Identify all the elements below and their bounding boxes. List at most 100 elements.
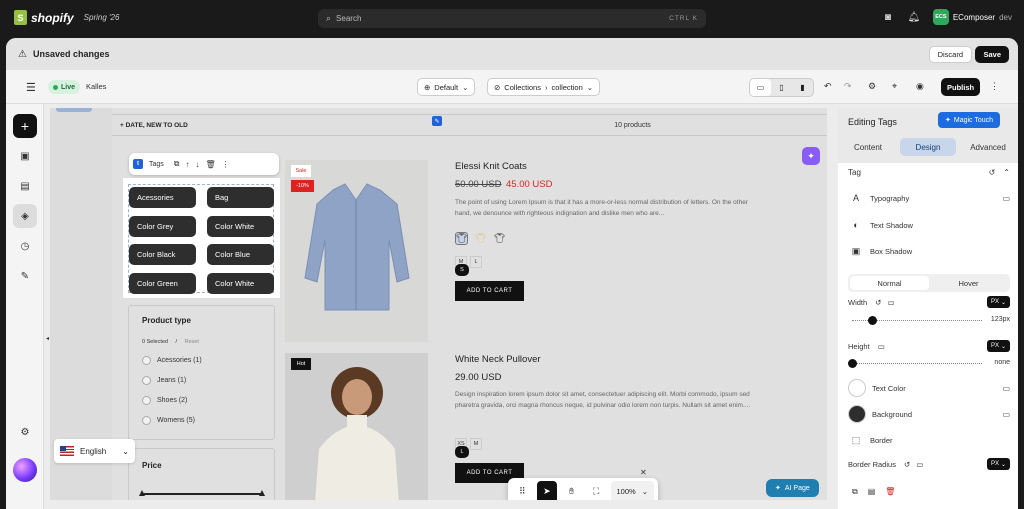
background-row[interactable]: Background ▭ bbox=[848, 405, 1010, 423]
layout-icon[interactable]: ▤ bbox=[13, 174, 37, 198]
save-button[interactable]: Save bbox=[975, 46, 1009, 63]
tags-widget[interactable]: Acessories Bag Color Grey Color White Co… bbox=[123, 178, 280, 298]
reset-icon[interactable]: ↺ bbox=[875, 298, 881, 307]
background-swatch[interactable] bbox=[848, 405, 866, 423]
size-option[interactable]: L bbox=[470, 256, 482, 268]
trash-icon[interactable]: 🗑︎ bbox=[206, 160, 216, 169]
mobile-icon[interactable]: ▮ bbox=[792, 79, 813, 96]
history-icon[interactable]: ◷ bbox=[13, 234, 37, 258]
width-slider[interactable] bbox=[852, 316, 982, 325]
close-icon[interactable]: ✕ bbox=[640, 468, 647, 477]
device-icon[interactable]: ▭ bbox=[878, 342, 885, 351]
filter-option[interactable]: Acessories (1) bbox=[142, 356, 202, 365]
text-color-row[interactable]: Text Color ▭ bbox=[848, 379, 1010, 397]
chevron-up-icon[interactable]: ⌃ bbox=[1003, 168, 1010, 177]
more-icon[interactable]: ⋮ bbox=[990, 81, 999, 92]
size-option[interactable]: S bbox=[455, 264, 469, 276]
gear-icon[interactable]: ⚙ bbox=[13, 420, 37, 444]
tag-section-header[interactable]: Tag ↺ ⌃ bbox=[848, 168, 1010, 177]
store-menu[interactable]: ECS EComposer dev bbox=[932, 9, 1012, 25]
sort-bar[interactable]: + DATE, NEW TO OLD bbox=[112, 114, 438, 136]
tablet-icon[interactable]: ▯ bbox=[771, 79, 792, 96]
size-option[interactable]: M bbox=[470, 438, 482, 450]
discard-button[interactable]: Discard bbox=[928, 46, 972, 63]
text-color-swatch[interactable] bbox=[848, 379, 866, 397]
ai-page-button[interactable]: ✦ AI Page bbox=[766, 479, 819, 497]
sparkle-icon[interactable]: ✦ bbox=[802, 147, 820, 165]
slider-knob[interactable] bbox=[868, 316, 877, 325]
device-select[interactable]: ⊕ Default ⌄ bbox=[417, 78, 476, 96]
preview-eye-icon[interactable]: ◉ bbox=[916, 81, 924, 92]
tag-chip[interactable]: Bag bbox=[207, 187, 274, 208]
language-select[interactable]: English ⌄ bbox=[54, 439, 135, 463]
device-icon[interactable]: ▭ bbox=[1002, 410, 1010, 419]
publish-button[interactable]: Publish bbox=[941, 78, 981, 96]
filter-option[interactable]: Jeans (1) bbox=[142, 376, 186, 385]
device-icon[interactable]: ▭ bbox=[887, 298, 894, 307]
state-normal[interactable]: Normal bbox=[850, 276, 929, 290]
size-option[interactable]: L bbox=[455, 446, 469, 458]
move-up-icon[interactable]: ↑ bbox=[186, 160, 190, 169]
more-icon[interactable]: ⋮ bbox=[222, 160, 230, 169]
filter-reset[interactable]: Reset bbox=[185, 339, 199, 345]
bell-icon[interactable]: 🔔︎ bbox=[907, 10, 921, 24]
ai-assistant-orb[interactable] bbox=[13, 458, 37, 482]
redo-icon[interactable]: ↷ bbox=[844, 81, 852, 92]
product-image[interactable]: Hot bbox=[285, 353, 428, 500]
device-icon[interactable]: ▭ bbox=[1002, 194, 1010, 203]
reset-icon[interactable]: ↺ bbox=[904, 460, 910, 469]
layers-icon[interactable]: ◈ bbox=[13, 204, 37, 228]
tag-chip[interactable]: Color Green bbox=[129, 273, 196, 294]
add-to-cart-button[interactable]: ADD TO CART bbox=[455, 281, 524, 301]
undo-icon[interactable]: ↶ bbox=[824, 81, 832, 92]
tag-chip[interactable]: Color Black bbox=[129, 244, 196, 265]
width-unit-select[interactable]: PX ⌄ bbox=[986, 296, 1010, 308]
template-select[interactable]: ⊘ Collections › collection ⌄ bbox=[487, 78, 601, 96]
height-unit-select[interactable]: PX ⌄ bbox=[986, 340, 1010, 352]
inspect-icon[interactable]: ⌖ bbox=[892, 81, 897, 92]
fit-screen-icon[interactable]: ⛶ bbox=[586, 481, 607, 501]
add-element-button[interactable]: + bbox=[13, 114, 37, 138]
brush-icon[interactable]: ✎ bbox=[13, 264, 37, 288]
zoom-select[interactable]: 100% ⌄ bbox=[610, 480, 654, 500]
hand-icon[interactable]: ✋︎ bbox=[561, 481, 582, 501]
copy-icon[interactable]: ⧉ bbox=[852, 487, 858, 497]
desktop-icon[interactable]: ▭ bbox=[750, 79, 771, 96]
paste-icon[interactable]: ▤ bbox=[868, 487, 876, 497]
device-icon[interactable]: ▭ bbox=[1002, 384, 1010, 393]
sections-icon[interactable]: ▣ bbox=[13, 144, 37, 168]
drag-handle-icon[interactable]: ⠿ bbox=[512, 481, 533, 501]
state-hover[interactable]: Hover bbox=[929, 276, 1008, 290]
menu-icon[interactable]: ☰ bbox=[26, 81, 36, 94]
reset-icon[interactable]: ↺ bbox=[989, 168, 996, 177]
filter-option[interactable]: Womens (5) bbox=[142, 416, 195, 425]
box-shadow-row[interactable]: ▣ Box Shadow bbox=[848, 243, 1010, 259]
border-radius-unit-select[interactable]: PX ⌄ bbox=[986, 458, 1010, 470]
tag-chip[interactable]: Color White bbox=[207, 216, 274, 237]
settings-sliders-icon[interactable]: ⚙ bbox=[868, 81, 876, 92]
product-image[interactable]: Sale -10% bbox=[285, 160, 428, 342]
product-title[interactable]: Elessi Knit Coats bbox=[455, 161, 527, 172]
slider-knob[interactable] bbox=[848, 359, 857, 368]
swatch-black[interactable]: 👕︎ bbox=[493, 232, 506, 245]
tab-design[interactable]: Design bbox=[900, 138, 956, 156]
trash-icon[interactable]: 🗑︎ bbox=[885, 487, 895, 497]
shopify-logo[interactable]: S shopify Spring '26 bbox=[14, 10, 119, 25]
product-title[interactable]: White Neck Pullover bbox=[455, 354, 541, 365]
search-input[interactable]: ⌕ Search CTRL K bbox=[318, 9, 706, 28]
swatch-yellow[interactable]: 👕︎ bbox=[474, 232, 487, 245]
tab-content[interactable]: Content bbox=[840, 138, 896, 156]
device-icon[interactable]: ▭ bbox=[916, 460, 923, 469]
move-down-icon[interactable]: ↓ bbox=[196, 160, 200, 169]
tab-advanced[interactable]: Advanced bbox=[960, 138, 1016, 156]
pointer-icon[interactable]: ➤ bbox=[536, 480, 558, 500]
typography-row[interactable]: A Typography ▭ bbox=[848, 190, 1010, 206]
tag-chip[interactable]: Color White bbox=[207, 273, 274, 294]
tag-chip[interactable]: Color Blue bbox=[207, 244, 274, 265]
collapse-rail-icon[interactable]: ◂ bbox=[46, 335, 49, 342]
magic-touch-button[interactable]: ✦ Magic Touch bbox=[938, 112, 1001, 128]
text-shadow-row[interactable]: ◐ Text Shadow bbox=[848, 217, 1010, 233]
tag-chip[interactable]: Acessories bbox=[129, 187, 196, 208]
tag-chip[interactable]: Color Grey bbox=[129, 216, 196, 237]
price-range-slider[interactable] bbox=[139, 490, 265, 496]
